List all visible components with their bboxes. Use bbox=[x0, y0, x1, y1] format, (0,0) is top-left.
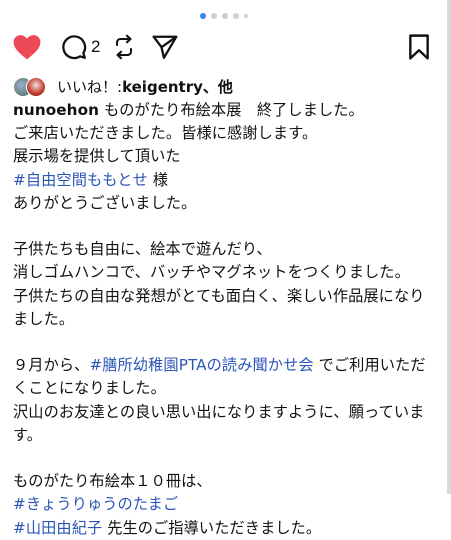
caption-line: 展示場を提供して頂いた bbox=[13, 147, 181, 166]
caption-line: ありがとうございました。 bbox=[13, 193, 197, 212]
carousel-dot[interactable] bbox=[243, 14, 248, 18]
hashtag-link[interactable]: #山田由紀子 bbox=[13, 519, 102, 537]
likes-label: いいね！: bbox=[57, 78, 123, 96]
save-button[interactable] bbox=[408, 34, 430, 60]
carousel-indicator bbox=[0, 13, 447, 19]
carousel-dot[interactable] bbox=[232, 13, 239, 19]
comment-icon bbox=[62, 35, 87, 60]
caption-line: nunoehon ものがたり布絵本展 終了しました。 bbox=[13, 99, 438, 122]
hashtag-link[interactable]: #膳所幼稚園PTAの読み聞かせ会 bbox=[89, 356, 313, 374]
caption-line: ９月から、#膳所幼稚園PTAの読み聞かせ会 でご利用いただくことになりました。 bbox=[13, 354, 438, 400]
hashtag-link[interactable]: #きょうりゅうのたまご bbox=[13, 495, 178, 513]
heart-filled-icon bbox=[13, 35, 41, 60]
caption-line: 沢山のお友達との良い思い出になりますように、願っています。 bbox=[13, 402, 425, 444]
caption-line: #自由空間ももとせ 様 bbox=[13, 169, 438, 192]
carousel-dot-active[interactable] bbox=[199, 13, 206, 19]
caption-username[interactable]: nunoehon bbox=[13, 101, 99, 119]
carousel-dot[interactable] bbox=[210, 13, 217, 19]
post-panel: 2 いいね！: keigentry、他 nunoehon ものがたり布絵本展 終… bbox=[0, 0, 451, 537]
caption-line: 子供たちも自由に、絵本で遊んだり、 bbox=[13, 240, 272, 259]
caption-line: #きょうりゅうのたまご bbox=[13, 493, 438, 516]
caption-line: ご来店いただきました。皆様に感謝します。 bbox=[13, 124, 318, 143]
share-button[interactable] bbox=[152, 35, 178, 59]
like-button[interactable] bbox=[13, 34, 41, 60]
likes-names[interactable]: keigentry、他 bbox=[122, 76, 233, 97]
hashtag-link[interactable]: #自由空間ももとせ bbox=[13, 171, 148, 189]
avatar bbox=[26, 76, 46, 97]
caption-line: 消しゴムハンコで、バッチやマグネットをつくりました。 bbox=[13, 263, 410, 282]
liker-avatars bbox=[13, 76, 53, 97]
repost-button[interactable] bbox=[112, 34, 136, 60]
repost-icon bbox=[116, 34, 133, 60]
caption-text: 先生のご指導いただきました。 bbox=[102, 518, 322, 537]
likes-summary[interactable]: いいね！: keigentry、他 bbox=[13, 76, 233, 97]
caption-line: ものがたり布絵本１０冊は、 bbox=[13, 472, 212, 491]
caption-line: #山田由紀子 先生のご指導いただきました。 bbox=[13, 517, 438, 540]
caption-text: ものがたり布絵本展 終了しました。 bbox=[99, 101, 364, 119]
caption-text: 様 bbox=[147, 170, 169, 189]
post-actions-bar: 2 bbox=[13, 32, 430, 62]
comment-button[interactable]: 2 bbox=[61, 34, 100, 60]
post-caption: nunoehon ものがたり布絵本展 終了しました。 ご来店いただきました。皆様… bbox=[13, 99, 438, 540]
send-icon bbox=[152, 35, 178, 59]
bookmark-icon bbox=[409, 34, 429, 60]
comment-count: 2 bbox=[91, 37, 101, 56]
caption-line: 子供たちの自由な発想がとても面白く、楽しい作品展になりました。 bbox=[13, 286, 425, 328]
carousel-dot[interactable] bbox=[221, 13, 228, 19]
caption-text: ９月から、 bbox=[13, 356, 90, 375]
